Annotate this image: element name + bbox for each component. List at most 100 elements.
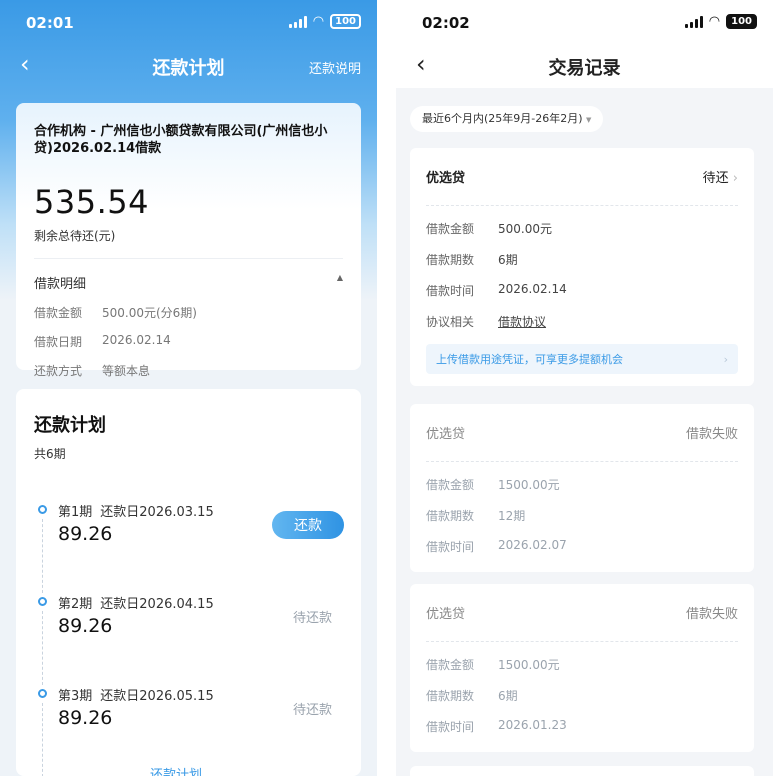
record-row: 借款时间 2026.02.14 — [426, 282, 738, 299]
record-value: 2026.02.07 — [498, 538, 567, 552]
divider — [34, 258, 343, 259]
timeline-line — [42, 611, 43, 685]
record-status: 待还 › — [702, 171, 738, 186]
record-key: 借款金额 — [426, 222, 475, 236]
chevron-right-icon: › — [732, 171, 738, 186]
filter-label: 最近6个月内(25年9月-26年2月) — [422, 112, 583, 125]
record-key: 借款时间 — [426, 540, 475, 554]
record-row: 借款时间 2026.01.23 — [426, 718, 738, 735]
timeline-dot — [38, 505, 47, 514]
period-due: 还款日2026.03.15 — [100, 505, 214, 520]
loan-agreement-link[interactable]: 借款协议 — [498, 313, 546, 330]
record-value: 1500.00元 — [498, 478, 560, 492]
wifi-icon: ◠ — [708, 14, 721, 29]
record-row: 借款期数 6期 — [426, 687, 738, 704]
detail-row: 借款日期 2026.02.14 — [34, 333, 343, 350]
record-card[interactable]: 优选贷 借款失败 借款金额 1500.00元 借款期数 6期 借款时间 2026.01… — [410, 584, 754, 752]
record-row: 借款金额 500.00元 — [426, 220, 738, 237]
record-product: 优选贷 — [426, 607, 466, 622]
record-key: 借款期数 — [426, 509, 475, 523]
battery-icon: 100 — [726, 14, 757, 29]
period-name: 第3期 — [58, 689, 93, 704]
period-name: 第1期 — [58, 505, 93, 520]
period-amount: 89.26 — [58, 615, 113, 637]
detail-key: 还款方式 — [34, 364, 83, 378]
timeline-dot — [38, 689, 47, 698]
record-card-peek — [410, 766, 754, 776]
record-status: 借款失败 — [685, 607, 738, 622]
screen-divider — [377, 0, 396, 776]
detail-value: 2026.02.14 — [102, 333, 171, 347]
plan-count: 共6期 — [34, 447, 66, 461]
timeline-line — [42, 703, 43, 776]
record-card[interactable]: 优选贷 借款失败 借款金额 1500.00元 借款期数 12期 借款时间 2026.0… — [410, 404, 754, 572]
record-value: 1500.00元 — [498, 658, 560, 672]
nav-bar: ‹ 还款计划 还款说明 — [0, 44, 377, 88]
record-head: 优选贷 借款失败 — [426, 584, 738, 642]
status-time: 02:01 — [26, 14, 74, 32]
battery-icon: 100 — [330, 14, 361, 29]
status-time: 02:02 — [422, 14, 470, 32]
partner-org: 合作机构 - 广州信也小额贷款有限公司(广州信也小贷)2026.02.14借款 — [34, 124, 328, 156]
record-value: 6期 — [498, 253, 518, 267]
record-product: 优选贷 — [426, 427, 466, 442]
repayment-plan-screen: 02:01 ◠ 100 ‹ 还款计划 还款说明 合作机构 - 广州信也小额贷款有… — [0, 0, 377, 776]
remaining-label: 剩余总待还(元) — [34, 229, 116, 243]
record-status: 借款失败 — [685, 427, 738, 442]
record-key: 借款期数 — [426, 689, 475, 703]
period-head: 第2期 还款日2026.04.15 — [58, 593, 214, 612]
period-item: 第3期 还款日2026.05.15 89.26 待还款 — [34, 683, 344, 776]
record-value: 6期 — [498, 689, 518, 703]
period-amount: 89.26 — [58, 523, 113, 545]
period-amount: 89.26 — [58, 707, 113, 729]
record-head: 优选贷 借款失败 — [426, 404, 738, 462]
record-key: 借款金额 — [426, 478, 475, 492]
page-title: 交易记录 — [548, 58, 621, 79]
record-value: 12期 — [498, 509, 526, 523]
date-range-filter[interactable]: 最近6个月内(25年9月-26年2月) ▼ — [410, 106, 604, 132]
detail-key: 借款日期 — [34, 335, 83, 349]
record-key: 借款时间 — [426, 284, 475, 298]
detail-value: 等额本息 — [102, 364, 151, 378]
plan-title: 还款计划 — [34, 415, 106, 436]
loan-summary-card: 合作机构 - 广州信也小额贷款有限公司(广州信也小贷)2026.02.14借款 … — [16, 103, 361, 378]
wifi-icon: ◠ — [312, 14, 325, 29]
upload-text: 上传借款用途凭证，可享更多提额机会 — [436, 353, 623, 366]
loan-detail-title: 借款明细 — [34, 277, 87, 292]
detail-key: 借款金额 — [34, 306, 83, 320]
remaining-amount: 535.54 — [34, 183, 149, 221]
bottom-tab-peek[interactable]: 还款计划 — [150, 764, 202, 776]
period-status: 待还款 — [292, 611, 332, 626]
signal-icon — [684, 15, 703, 28]
record-row: 借款金额 1500.00元 — [426, 656, 738, 673]
status-icons: ◠ 100 — [684, 14, 757, 29]
record-row: 借款金额 1500.00元 — [426, 476, 738, 493]
period-head: 第3期 还款日2026.05.15 — [58, 685, 214, 704]
record-row: 借款期数 6期 — [426, 251, 738, 268]
period-due: 还款日2026.04.15 — [100, 597, 214, 612]
record-value: 500.00元 — [498, 222, 552, 236]
signal-icon — [288, 15, 307, 28]
chevron-right-icon: › — [723, 352, 728, 366]
status-icons: ◠ 100 — [288, 14, 361, 29]
record-key: 借款金额 — [426, 658, 475, 672]
record-row: 协议相关 借款协议 — [426, 313, 738, 330]
record-key: 借款期数 — [426, 253, 475, 267]
record-row: 借款期数 12期 — [426, 507, 738, 524]
timeline-dot — [38, 597, 47, 606]
record-product: 优选贷 — [426, 171, 466, 186]
record-key: 协议相关 — [426, 315, 475, 329]
status-bar: 02:01 ◠ 100 — [0, 0, 377, 44]
loan-detail-toggle[interactable]: 借款明细 ▲ — [34, 273, 343, 292]
period-name: 第2期 — [58, 597, 93, 612]
caret-down-icon: ▼ — [586, 116, 592, 124]
period-head: 第1期 还款日2026.03.15 — [58, 501, 214, 520]
record-card[interactable]: 优选贷 待还 › 借款金额 500.00元 借款期数 6期 借款时间 2026.02.… — [410, 148, 754, 386]
period-status: 待还款 — [292, 703, 332, 718]
repay-button[interactable]: 还款 — [272, 511, 344, 539]
repayment-help-link[interactable]: 还款说明 — [309, 58, 361, 77]
repayment-plan-card: 还款计划 共6期 第1期 还款日2026.03.15 89.26 还款 第2期 还款… — [16, 389, 361, 776]
upload-proof-banner[interactable]: 上传借款用途凭证，可享更多提额机会 › — [426, 344, 738, 374]
detail-row: 借款金额 500.00元(分6期) — [34, 304, 343, 321]
nav-bar: ‹ 交易记录 — [396, 44, 773, 88]
